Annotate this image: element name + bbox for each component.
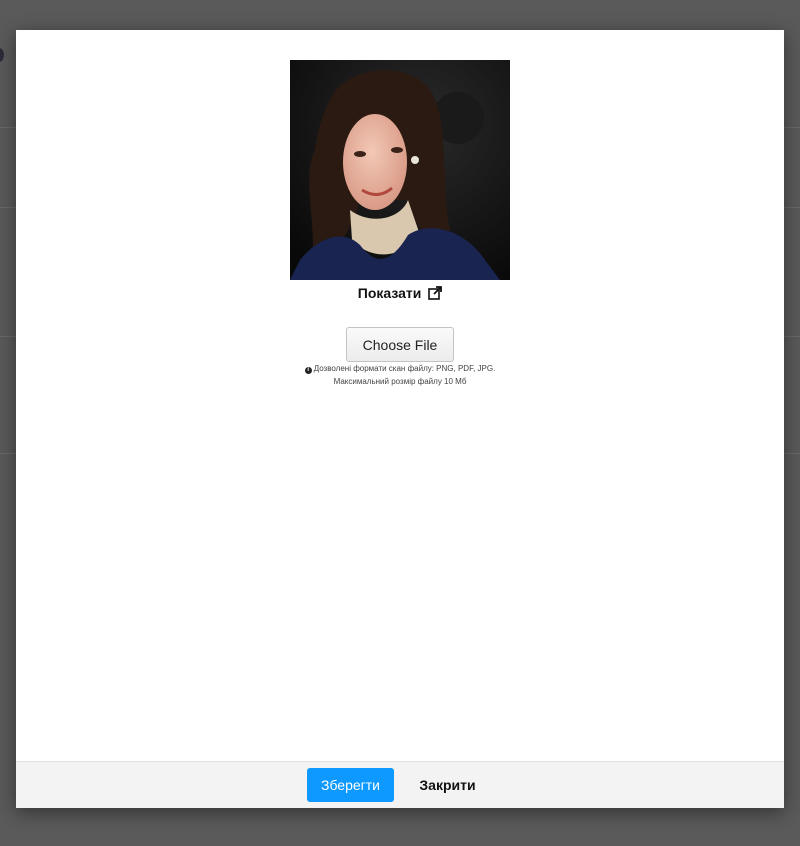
choose-file-button[interactable]: Choose File <box>346 327 454 362</box>
modal-footer: Зберегти Закрити <box>16 761 784 808</box>
upload-modal: Показати Choose File i Дозволені формати … <box>16 30 784 808</box>
profile-photo <box>290 60 510 280</box>
close-button[interactable]: Закрити <box>410 768 485 802</box>
show-link-label: Показати <box>357 285 422 301</box>
show-document-link[interactable]: Показати <box>16 285 784 303</box>
external-link-icon <box>428 286 443 303</box>
background-avatar <box>0 48 4 62</box>
file-format-text: Дозволені формати скан файлу: PNG, PDF, … <box>313 364 496 373</box>
info-icon: i <box>304 367 312 374</box>
file-format-hint: i Дозволені формати скан файлу: PNG, PDF,… <box>16 364 784 374</box>
profile-photo-image <box>290 60 510 280</box>
save-button[interactable]: Зберегти <box>307 768 394 802</box>
modal-body: Показати Choose File i Дозволені формати … <box>16 30 784 762</box>
file-size-hint: Максимальний розмір файлу 10 Мб <box>333 377 467 386</box>
